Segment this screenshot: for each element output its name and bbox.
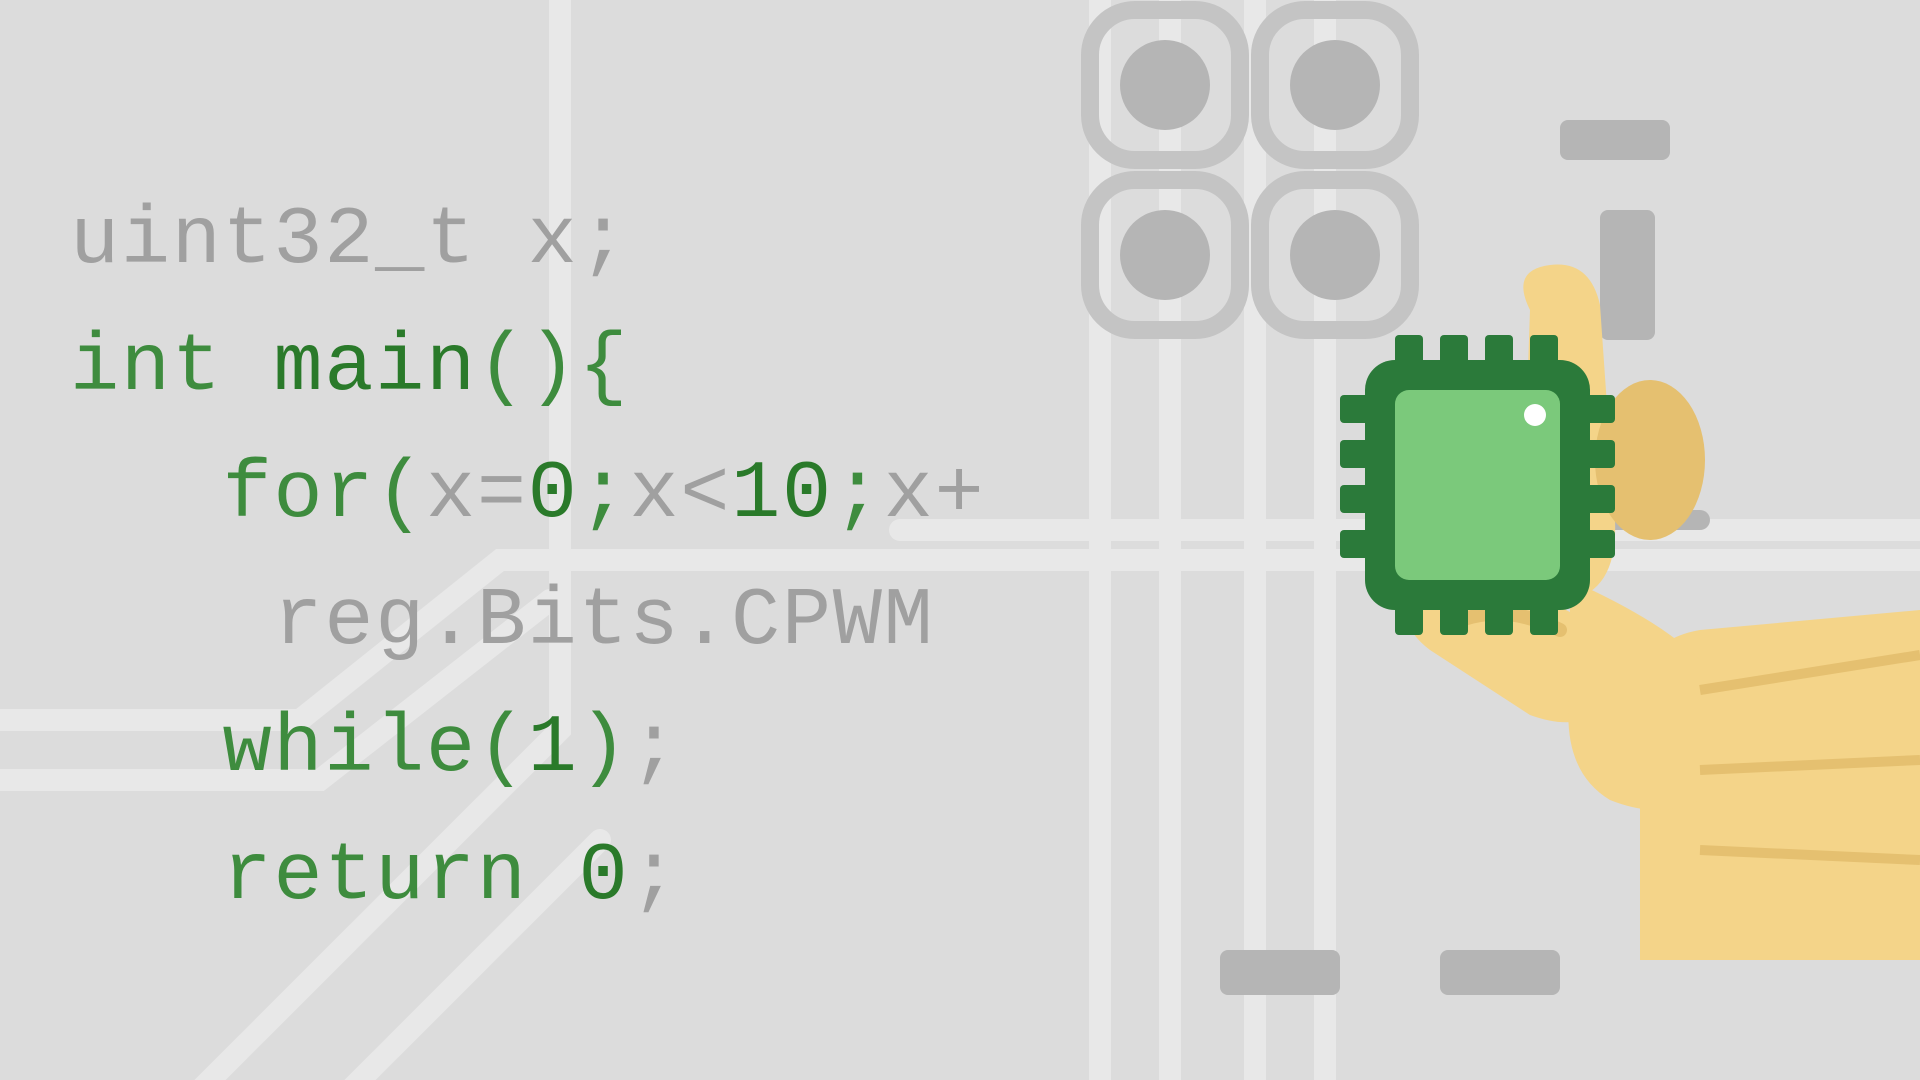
code-keyword-int: int — [70, 321, 223, 414]
code-var-x: x — [426, 448, 477, 541]
code-semi: ; — [579, 448, 630, 541]
code-line-reg: reg.Bits.CPWM — [70, 575, 934, 668]
code-op-eq: = — [477, 448, 528, 541]
code-paren-l: ( — [477, 702, 528, 795]
code-func-main: main — [223, 321, 477, 414]
code-semi2: ; — [833, 448, 884, 541]
code-op-lt: < — [680, 448, 731, 541]
hand-holding-chip-icon — [1140, 260, 1920, 960]
code-var-x2: x — [629, 448, 680, 541]
code-line-1: uint32_t x; — [70, 194, 629, 287]
code-paren: ( — [375, 448, 426, 541]
code-keyword-return: return — [70, 830, 578, 923]
code-literal-0b: 0 — [578, 830, 629, 923]
code-literal-10: 10 — [731, 448, 833, 541]
code-keyword-for: for — [70, 448, 375, 541]
code-brace-open: (){ — [477, 321, 630, 414]
code-literal-0: 0 — [528, 448, 579, 541]
code-var-x3: x+ — [884, 448, 986, 541]
code-keyword-while: while — [70, 702, 477, 795]
code-snippet: uint32_t x; int main(){ for(x=0;x<10;x+ … — [70, 50, 985, 940]
code-paren-r: ) — [579, 702, 630, 795]
code-literal-1: 1 — [528, 702, 579, 795]
code-semi4: ; — [629, 830, 680, 923]
code-semi3: ; — [629, 702, 680, 795]
